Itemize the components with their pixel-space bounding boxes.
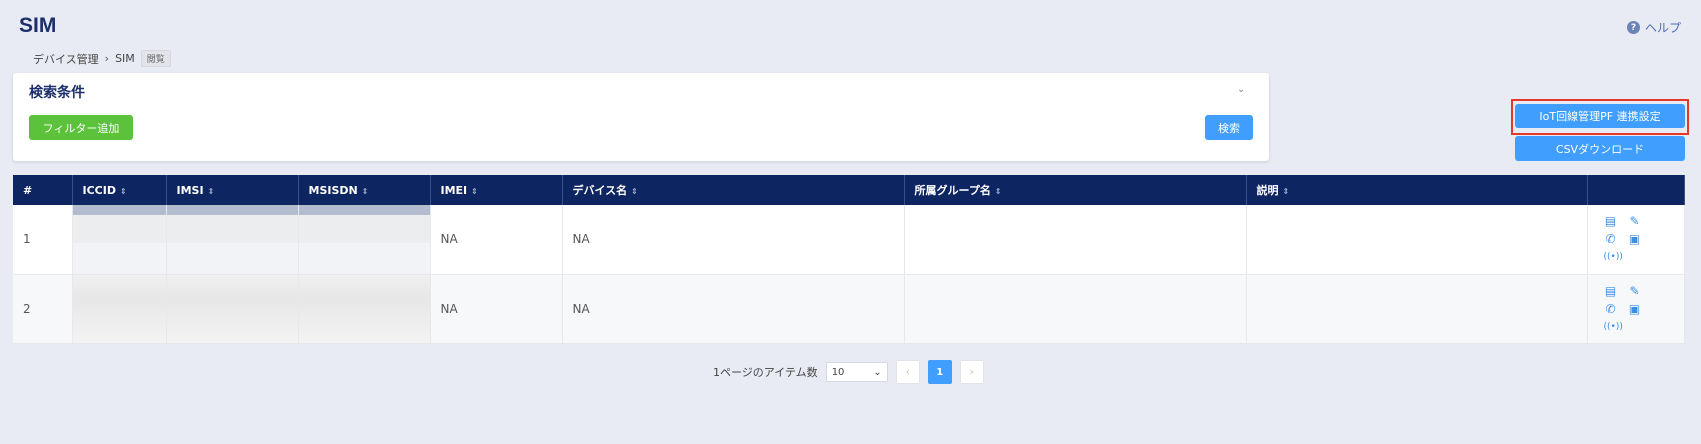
sort-icon: ⇕ [631, 187, 638, 196]
description-cell [1246, 205, 1588, 275]
add-filter-button[interactable]: フィルター追加 [29, 115, 133, 140]
wireless-icon[interactable]: ((•)) [1604, 250, 1623, 264]
imei-cell: NA [430, 205, 563, 275]
prev-page-button[interactable]: ‹ [895, 360, 920, 384]
actions-cell: ▤ ✎ ✆ ▣ ((•)) [1587, 205, 1685, 275]
next-page-button[interactable]: › [959, 360, 984, 384]
phone-signal-icon[interactable]: ✆ [1604, 232, 1618, 246]
column-header-imsi[interactable]: IMSI ⇕ [166, 175, 299, 205]
redacted-value [166, 205, 298, 274]
search-button[interactable]: 検索 [1205, 115, 1253, 140]
imsi-cell [166, 205, 299, 275]
imei-cell: NA [430, 274, 563, 344]
description-cell [1246, 274, 1588, 344]
breadcrumb-item-sim: SIM [115, 52, 135, 65]
redacted-value [166, 274, 298, 343]
redacted-value [298, 274, 430, 343]
actions-cell: ▤ ✎ ✆ ▣ ((•)) [1587, 274, 1685, 344]
help-label: ヘルプ [1644, 21, 1681, 35]
wireless-icon[interactable]: ((•)) [1604, 320, 1623, 334]
help-icon: ? [1626, 21, 1640, 34]
view-mode-badge: 閲覧 [140, 50, 171, 67]
msisdn-cell [298, 205, 431, 275]
column-header-imei[interactable]: IMEI ⇕ [430, 175, 563, 205]
terminal-icon[interactable]: ▣ [1628, 302, 1642, 316]
edit-icon[interactable]: ✎ [1628, 214, 1642, 228]
imsi-cell [166, 274, 299, 344]
iot-settings-button[interactable]: IoT回線管理PF 連携設定 [1515, 104, 1685, 128]
table-row: 1 NA NA ▤ ✎ ✆ ▣ ((•)) [13, 205, 1685, 275]
page-title: SIM [19, 14, 57, 37]
iccid-cell [72, 205, 167, 275]
document-icon[interactable]: ▤ [1604, 284, 1618, 298]
chevron-right-icon: › [104, 52, 110, 65]
items-per-page-label: 1ページのアイテム数 [713, 366, 818, 379]
help-link[interactable]: ? ヘルプ [1626, 19, 1681, 36]
search-conditions-panel: 検索条件 ⌄ フィルター追加 検索 [13, 73, 1269, 161]
group-name-cell [904, 205, 1247, 275]
column-header-msisdn[interactable]: MSISDN ⇕ [298, 175, 431, 205]
row-index: 1 [13, 205, 73, 275]
column-header-iccid[interactable]: ICCID ⇕ [72, 175, 167, 205]
chevron-down-icon[interactable]: ⌄ [1237, 85, 1247, 95]
breadcrumb: デバイス管理 › SIM 閲覧 [33, 50, 171, 67]
sort-icon: ⇕ [1282, 187, 1290, 196]
sim-table: # ICCID ⇕ IMSI ⇕ MSISDN ⇕ IMEI ⇕ デバイス名 ⇕ 所属グル… [13, 175, 1685, 344]
column-header-device-name[interactable]: デバイス名 ⇕ [562, 175, 905, 205]
phone-signal-icon[interactable]: ✆ [1604, 302, 1618, 316]
table-row: 2 NA NA ▤ ✎ ✆ ▣ ((•)) [13, 274, 1685, 344]
chevron-down-icon: ⌄ [873, 366, 882, 378]
redacted-value [72, 274, 166, 343]
sort-icon: ⇕ [471, 186, 478, 196]
sort-icon: ⇕ [994, 187, 1002, 196]
iccid-cell [72, 274, 167, 344]
column-header-index: # [13, 175, 73, 205]
device-name-cell: NA [562, 274, 905, 344]
document-icon[interactable]: ▤ [1604, 214, 1618, 228]
sort-icon: ⇕ [207, 186, 215, 196]
group-name-cell [904, 274, 1247, 344]
sort-icon: ⇕ [361, 186, 369, 196]
page-button-1[interactable]: 1 [927, 360, 952, 384]
column-header-group-name[interactable]: 所属グループ名 ⇕ [904, 175, 1247, 205]
csv-download-button[interactable]: CSVダウンロード [1515, 136, 1685, 161]
pagination: 1ページのアイテム数 10 ⌄ ‹ 1 › [713, 360, 984, 384]
device-name-cell: NA [562, 205, 905, 275]
msisdn-cell [298, 274, 431, 344]
sort-icon: ⇕ [119, 186, 127, 196]
redacted-value [298, 205, 430, 274]
row-index: 2 [13, 274, 73, 344]
column-header-description[interactable]: 説明 ⇕ [1246, 175, 1588, 205]
redacted-value [72, 205, 166, 274]
breadcrumb-item-device-management[interactable]: デバイス管理 [33, 51, 99, 67]
edit-icon[interactable]: ✎ [1628, 284, 1642, 298]
page-size-select[interactable]: 10 ⌄ [825, 362, 888, 382]
terminal-icon[interactable]: ▣ [1628, 232, 1642, 246]
column-header-actions [1587, 175, 1685, 205]
search-conditions-title: 検索条件 [29, 85, 85, 101]
